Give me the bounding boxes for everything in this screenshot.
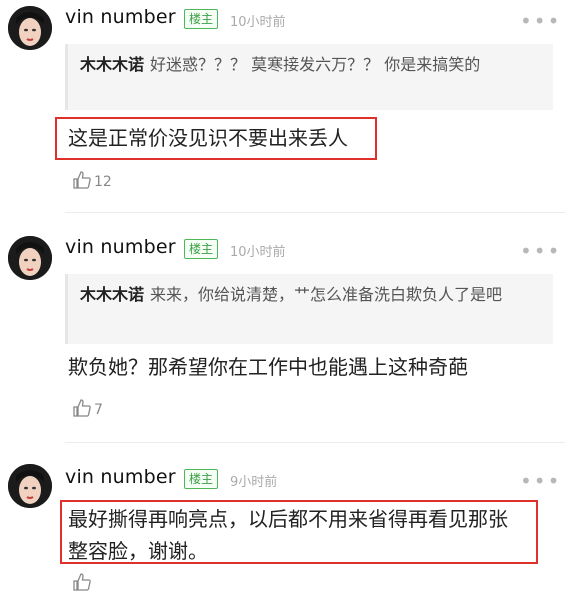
avatar[interactable]	[8, 6, 52, 50]
avatar[interactable]	[8, 236, 52, 280]
divider	[65, 212, 565, 213]
quote-author[interactable]: 木木木诺	[80, 55, 144, 74]
op-badge: 楼主	[184, 9, 219, 29]
quoted-reply[interactable]: 木木木诺 好迷惑？？？ 莫寒接发六万？？ 你是来搞笑的	[65, 44, 553, 110]
quoted-reply[interactable]: 木木木诺 来来，你给说清楚，艹怎么准备洗白欺负人了是吧	[65, 274, 553, 344]
quote-text: 好迷惑？？？ 莫寒接发六万？？ 你是来搞笑的	[150, 55, 481, 74]
timestamp: 10小时前	[230, 245, 286, 260]
divider	[65, 442, 565, 443]
highlight-box	[60, 500, 538, 564]
op-badge: 楼主	[184, 469, 219, 489]
like-count: 7	[94, 402, 103, 418]
quote-text: 来来，你给说清楚，艹怎么准备洗白欺负人了是吧	[150, 285, 503, 304]
more-options-icon[interactable]: •••	[520, 241, 561, 261]
like-count: 12	[94, 174, 112, 190]
comment-text: 欺负她？那希望你在工作中也能遇上这种奇葩	[68, 355, 468, 379]
timestamp: 10小时前	[230, 15, 286, 30]
more-options-icon[interactable]: •••	[520, 11, 561, 31]
username[interactable]: vin number	[65, 466, 176, 488]
thumbs-up-icon	[73, 573, 91, 591]
more-options-icon[interactable]: •••	[520, 471, 561, 491]
thumbs-up-icon	[73, 171, 91, 189]
thumbs-up-icon	[73, 399, 91, 417]
op-badge: 楼主	[184, 239, 219, 259]
username[interactable]: vin number	[65, 236, 176, 258]
like-button[interactable]: 12	[72, 170, 112, 190]
timestamp: 9小时前	[230, 475, 278, 490]
highlight-box	[55, 117, 377, 160]
avatar[interactable]	[8, 464, 52, 508]
username[interactable]: vin number	[65, 6, 176, 28]
like-button[interactable]: 7	[72, 398, 103, 418]
quote-author[interactable]: 木木木诺	[80, 285, 144, 304]
like-button[interactable]	[72, 572, 94, 592]
